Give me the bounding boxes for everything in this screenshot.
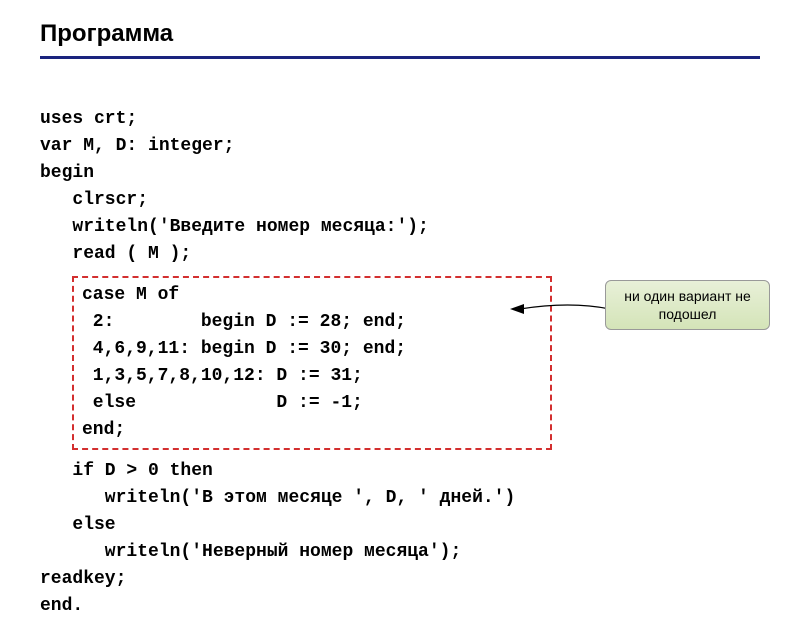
callout-text: ни один вариант не подошел (614, 287, 761, 323)
case-line-6: end; (82, 420, 125, 440)
code-line-6: read ( M ); (40, 244, 191, 264)
code-line-3: begin (40, 163, 94, 183)
case-line-4: 1,3,5,7,8,10,12: D := 31; (82, 366, 363, 386)
code-line-8: writeln('В этом месяце ', D, ' дней.') (40, 488, 515, 508)
code-line-5: writeln('Введите номер месяца:'); (40, 217, 429, 237)
code-block: uses crt; var M, D: integer; begin clrsc… (40, 79, 760, 620)
code-line-9: else (40, 515, 116, 535)
code-line-11: readkey; (40, 569, 126, 589)
callout-arrow-icon (510, 299, 610, 319)
case-block: case M of 2: begin D := 28; end; 4,6,9,1… (72, 276, 552, 450)
callout-box: ни один вариант не подошел (605, 280, 770, 330)
code-line-10: writeln('Неверный номер месяца'); (40, 542, 461, 562)
code-line-1: uses crt; (40, 109, 137, 129)
code-line-7: if D > 0 then (40, 461, 213, 481)
code-line-12: end. (40, 596, 83, 616)
case-line-2: 2: begin D := 28; end; (82, 312, 406, 332)
page-title: Программа (40, 20, 760, 48)
title-divider (40, 56, 760, 59)
case-line-3: 4,6,9,11: begin D := 30; end; (82, 339, 406, 359)
code-line-2: var M, D: integer; (40, 136, 234, 156)
case-line-5: else D := -1; (82, 393, 363, 413)
code-line-4: clrscr; (40, 190, 148, 210)
case-line-1: case M of (82, 285, 179, 305)
